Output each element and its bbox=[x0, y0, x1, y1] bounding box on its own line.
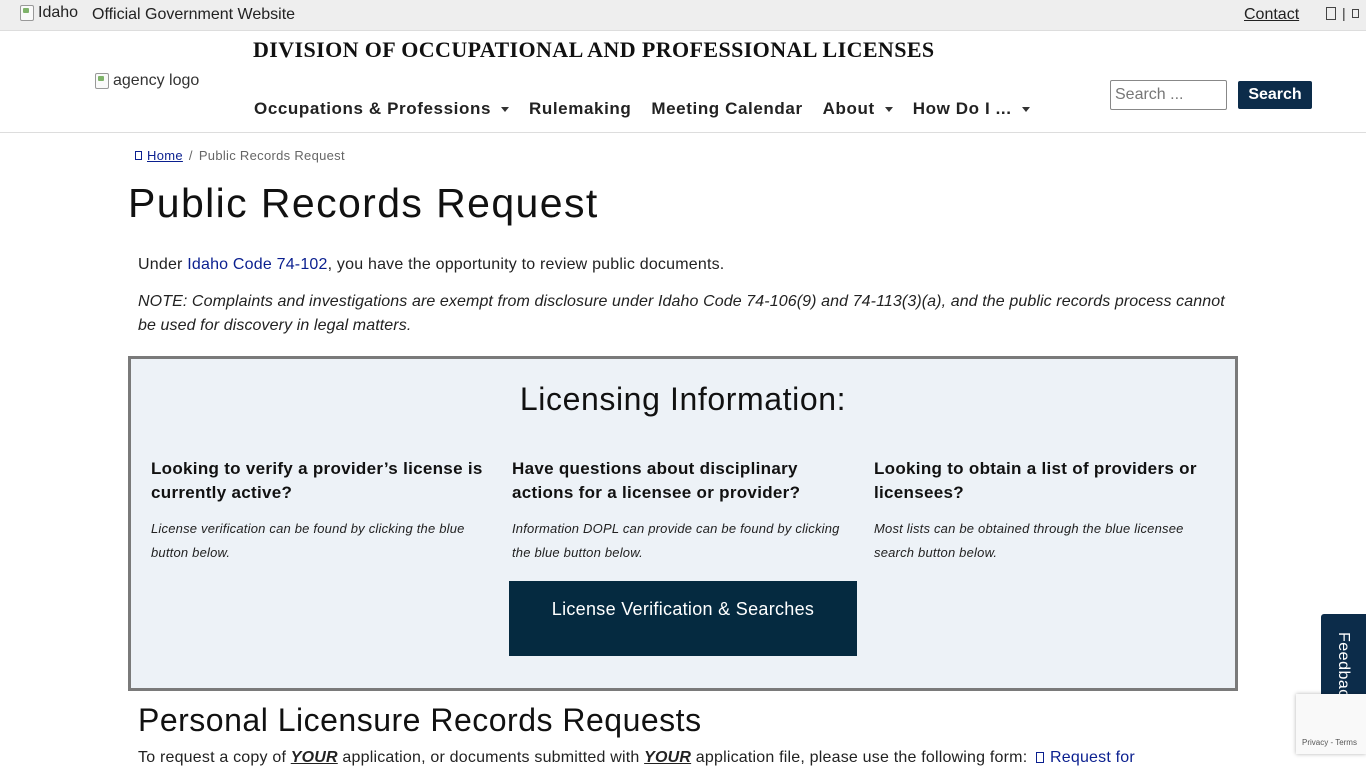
idaho-code-link[interactable]: Idaho Code 74-102 bbox=[187, 256, 327, 273]
accessibility-icon[interactable] bbox=[1351, 8, 1359, 18]
info-column-disciplinary: Have questions about disciplinary action… bbox=[512, 457, 852, 565]
intro-paragraph: Under Idaho Code 74-102, you have the op… bbox=[138, 256, 724, 274]
agency-logo-alt: agency logo bbox=[113, 72, 200, 89]
gov-utility-icons: | bbox=[1326, 5, 1359, 21]
agency-logo[interactable]: agency logo bbox=[95, 72, 199, 90]
intro-prefix: Under bbox=[138, 256, 188, 273]
column-question: Looking to obtain a list of providers or… bbox=[874, 459, 1197, 502]
breadcrumb-separator: / bbox=[188, 148, 193, 163]
request-form-link[interactable]: Request for bbox=[1032, 749, 1135, 766]
license-verification-button[interactable]: License Verification & Searches bbox=[509, 581, 857, 656]
nav-about[interactable]: About bbox=[823, 99, 893, 119]
personal-records-paragraph: To request a copy of YOUR application, o… bbox=[138, 749, 1135, 767]
nav-rulemaking[interactable]: Rulemaking bbox=[529, 99, 631, 119]
breadcrumb-home-label: Home bbox=[147, 148, 183, 163]
official-website-text: Official Government Website bbox=[92, 6, 296, 23]
emphasis-your: YOUR bbox=[644, 749, 692, 766]
para-text-2: application, or documents submitted with bbox=[337, 749, 645, 766]
nav-how-do-i[interactable]: How Do I ... bbox=[913, 99, 1030, 119]
broken-image-icon bbox=[95, 73, 109, 89]
broken-image-icon bbox=[20, 5, 34, 21]
column-answer: Most lists can be obtained through the b… bbox=[874, 521, 1184, 560]
translate-icon[interactable] bbox=[1326, 6, 1336, 20]
personal-records-heading: Personal Licensure Records Requests bbox=[138, 702, 702, 738]
idaho-logo-alt: Idaho bbox=[38, 4, 79, 21]
caret-down-icon bbox=[1021, 106, 1030, 112]
nav-label: Meeting Calendar bbox=[651, 99, 803, 118]
emphasis-your: YOUR bbox=[290, 749, 338, 766]
para-text-1: To request a copy of bbox=[138, 749, 291, 766]
contact-link[interactable]: Contact bbox=[1244, 6, 1299, 24]
nav-label: How Do I ... bbox=[912, 99, 1012, 118]
column-question: Have questions about disciplinary action… bbox=[512, 459, 801, 502]
licensing-title: Licensing Information: bbox=[519, 381, 847, 417]
utility-separator: | bbox=[1342, 5, 1346, 21]
info-column-verify: Looking to verify a provider’s license i… bbox=[151, 457, 491, 565]
breadcrumb-home[interactable]: Home bbox=[135, 148, 183, 163]
recaptcha-terms: Privacy - Terms bbox=[1302, 738, 1357, 747]
caret-down-icon bbox=[501, 106, 509, 112]
idaho-logo[interactable]: Idaho bbox=[20, 4, 78, 22]
search-input[interactable] bbox=[1110, 80, 1227, 110]
column-answer: License verification can be found by cli… bbox=[151, 521, 465, 560]
main-nav: Occupations & Professions Rulemaking Mee… bbox=[254, 99, 1050, 119]
exemption-note: NOTE: Complaints and investigations are … bbox=[138, 293, 1225, 334]
request-form-label: Request for bbox=[1050, 749, 1135, 766]
home-icon bbox=[135, 151, 142, 160]
site-title[interactable]: DIVISION OF OCCUPATIONAL AND PROFESSIONA… bbox=[253, 37, 935, 63]
nav-meeting-calendar[interactable]: Meeting Calendar bbox=[651, 99, 802, 119]
licensing-info-box: Licensing Information: Looking to verify… bbox=[128, 356, 1238, 691]
search-button[interactable]: Search bbox=[1238, 81, 1312, 109]
column-question: Looking to verify a provider’s license i… bbox=[151, 459, 483, 502]
nav-label: Rulemaking bbox=[529, 99, 632, 118]
gov-banner: Idaho Official Government Website Contac… bbox=[0, 0, 1366, 31]
info-column-lists: Looking to obtain a list of providers or… bbox=[874, 457, 1214, 565]
file-icon bbox=[1036, 752, 1044, 763]
nav-occupations[interactable]: Occupations & Professions bbox=[254, 99, 509, 119]
breadcrumb-current: Public Records Request bbox=[198, 148, 345, 163]
license-verification-label: License Verification & Searches bbox=[551, 599, 815, 619]
caret-down-icon bbox=[884, 106, 893, 112]
para-text-3: application file, please use the followi… bbox=[691, 749, 1032, 766]
breadcrumb: Home / Public Records Request bbox=[135, 148, 345, 163]
intro-suffix: , you have the opportunity to review pub… bbox=[327, 256, 725, 273]
page-title: Public Records Request bbox=[128, 180, 599, 226]
recaptcha-badge[interactable]: Privacy - Terms bbox=[1296, 694, 1366, 754]
nav-label: About bbox=[822, 99, 875, 118]
nav-label: Occupations & Professions bbox=[254, 99, 491, 118]
column-answer: Information DOPL can provide can be foun… bbox=[512, 521, 840, 560]
site-header: agency logo DIVISION OF OCCUPATIONAL AND… bbox=[0, 31, 1366, 133]
